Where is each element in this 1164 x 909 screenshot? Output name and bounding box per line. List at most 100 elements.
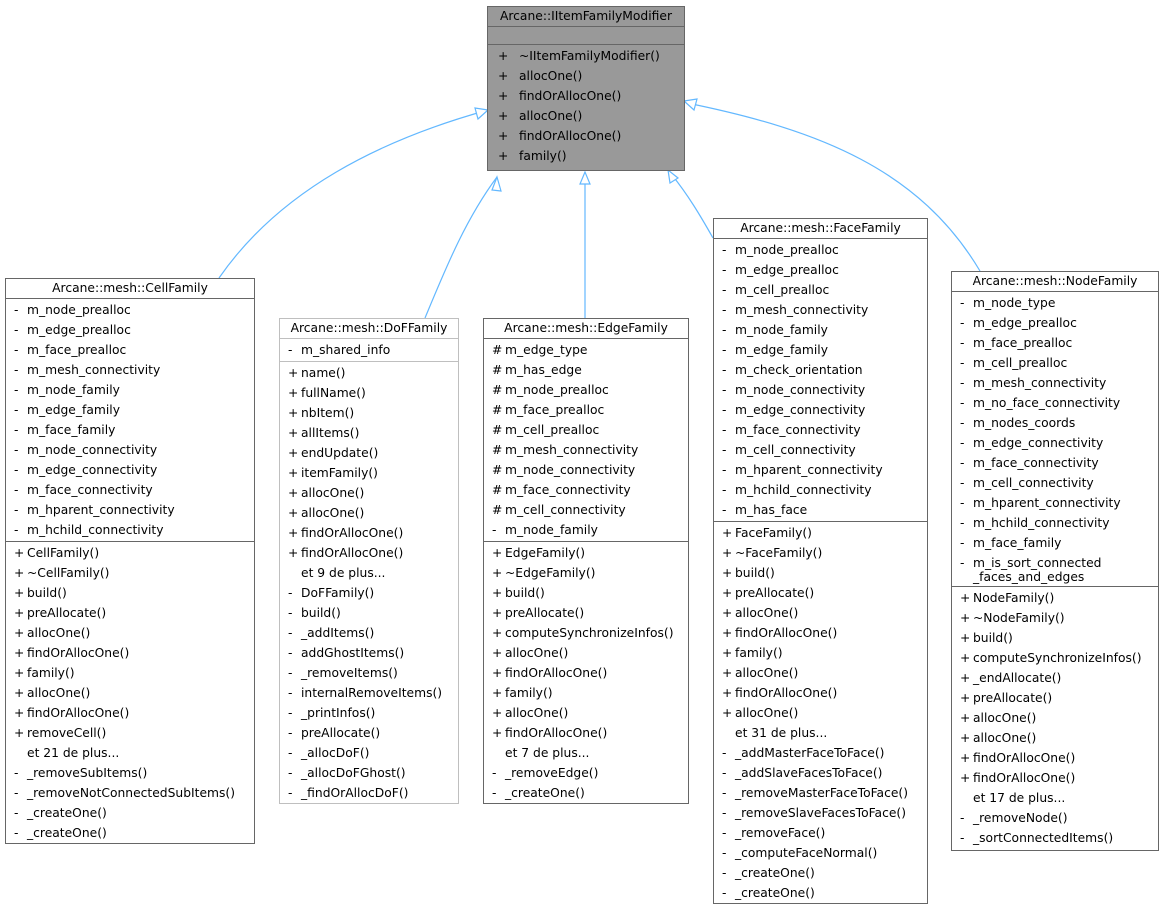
method-row[interactable]: - _createOne() xyxy=(714,863,927,883)
method-row[interactable]: + computeSynchronizeInfos() xyxy=(484,623,688,643)
method-row[interactable]: + EdgeFamily() xyxy=(484,543,688,563)
attribute-row[interactable]: # m_node_connectivity xyxy=(484,460,688,480)
method-row[interactable]: - internalRemoveItems() xyxy=(280,683,458,703)
method-row[interactable]: + removeCell() xyxy=(6,723,254,743)
attribute-row[interactable]: - m_face_connectivity xyxy=(714,420,927,440)
method-row[interactable]: + findOrAllocOne() xyxy=(280,543,458,563)
method-row[interactable]: + name() xyxy=(280,363,458,383)
method-row[interactable]: + findOrAllocOne() xyxy=(714,623,927,643)
method-row[interactable]: + nbItem() xyxy=(280,403,458,423)
class-box-edgefamily[interactable]: Arcane::mesh::EdgeFamily # m_edge_type # m_… xyxy=(483,318,689,804)
class-box-nodefamily[interactable]: Arcane::mesh::NodeFamily - m_node_type - m_… xyxy=(951,271,1159,851)
method-row[interactable]: + endUpdate() xyxy=(280,443,458,463)
method-row[interactable]: - DoFFamily() xyxy=(280,583,458,603)
attribute-row[interactable]: # m_cell_connectivity xyxy=(484,500,688,520)
attribute-row[interactable]: - m_hchild_connectivity xyxy=(952,513,1158,533)
method-row[interactable]: + findOrAllocOne() xyxy=(488,86,684,106)
attribute-row[interactable]: # m_mesh_connectivity xyxy=(484,440,688,460)
method-row[interactable]: + fullName() xyxy=(280,383,458,403)
method-row[interactable]: + allocOne() xyxy=(714,703,927,723)
method-row[interactable]: + allItems() xyxy=(280,423,458,443)
attribute-row[interactable]: # m_face_connectivity xyxy=(484,480,688,500)
method-row[interactable]: + ~IItemFamilyModifier() xyxy=(488,46,684,66)
attribute-row[interactable]: - m_node_connectivity xyxy=(6,440,254,460)
method-row[interactable]: + allocOne() xyxy=(952,708,1158,728)
method-row[interactable]: + allocOne() xyxy=(6,683,254,703)
method-row[interactable]: + NodeFamily() xyxy=(952,588,1158,608)
method-row[interactable]: + allocOne() xyxy=(280,503,458,523)
attribute-row[interactable]: - m_cell_connectivity xyxy=(952,473,1158,493)
attribute-row[interactable]: - m_hchild_connectivity xyxy=(714,480,927,500)
method-row[interactable]: - _findOrAllocDoF() xyxy=(280,783,458,803)
method-row[interactable]: - _printInfos() xyxy=(280,703,458,723)
attribute-row[interactable]: - m_hparent_connectivity xyxy=(714,460,927,480)
method-row[interactable]: - _removeFace() xyxy=(714,823,927,843)
attribute-row[interactable]: - m_face_family xyxy=(6,420,254,440)
class-box-facefamily[interactable]: Arcane::mesh::FaceFamily - m_node_preallo… xyxy=(713,218,928,904)
attribute-row[interactable]: - m_is_sort_connected _faces_and_edges xyxy=(952,553,1158,585)
attribute-row[interactable]: # m_has_edge xyxy=(484,360,688,380)
attribute-row[interactable]: - m_hparent_connectivity xyxy=(6,500,254,520)
method-row[interactable]: + itemFamily() xyxy=(280,463,458,483)
attribute-row[interactable]: - m_node_family xyxy=(484,520,688,540)
more-members-link[interactable]: et 9 de plus... xyxy=(280,563,458,583)
method-row[interactable]: + allocOne() xyxy=(714,603,927,623)
method-row[interactable]: + build() xyxy=(484,583,688,603)
class-box-cellfamily[interactable]: Arcane::mesh::CellFamily - m_node_preallo… xyxy=(5,278,255,844)
method-row[interactable]: + family() xyxy=(6,663,254,683)
method-row[interactable]: + findOrAllocOne() xyxy=(488,126,684,146)
class-box-iitemfamilymodifier[interactable]: Arcane::IItemFamilyModifier + ~IItemFamil… xyxy=(487,6,685,171)
method-row[interactable]: - _sortConnectedItems() xyxy=(952,828,1158,848)
method-row[interactable]: + family() xyxy=(484,683,688,703)
method-row[interactable]: + findOrAllocOne() xyxy=(714,683,927,703)
method-row[interactable]: - _createOne() xyxy=(6,803,254,823)
attribute-row[interactable]: - m_mesh_connectivity xyxy=(952,373,1158,393)
method-row[interactable]: + FaceFamily() xyxy=(714,523,927,543)
attribute-row[interactable]: - m_node_prealloc xyxy=(714,240,927,260)
attribute-row[interactable]: - m_no_face_connectivity xyxy=(952,393,1158,413)
attribute-row[interactable]: - m_edge_connectivity xyxy=(952,433,1158,453)
method-row[interactable]: + allocOne() xyxy=(488,66,684,86)
attribute-row[interactable]: - m_edge_connectivity xyxy=(714,400,927,420)
method-row[interactable]: + family() xyxy=(488,146,684,166)
method-row[interactable]: + preAllocate() xyxy=(714,583,927,603)
method-row[interactable]: + allocOne() xyxy=(952,728,1158,748)
method-row[interactable]: + allocOne() xyxy=(6,623,254,643)
method-row[interactable]: - _removeNode() xyxy=(952,808,1158,828)
method-row[interactable]: + findOrAllocOne() xyxy=(6,703,254,723)
method-row[interactable]: + computeSynchronizeInfos() xyxy=(952,648,1158,668)
attribute-row[interactable]: - m_face_prealloc xyxy=(6,340,254,360)
attribute-row[interactable]: - m_cell_prealloc xyxy=(714,280,927,300)
method-row[interactable]: + ~EdgeFamily() xyxy=(484,563,688,583)
method-row[interactable]: + build() xyxy=(6,583,254,603)
method-row[interactable]: + preAllocate() xyxy=(484,603,688,623)
attribute-row[interactable]: - m_mesh_connectivity xyxy=(714,300,927,320)
more-members-link[interactable]: et 7 de plus... xyxy=(484,743,688,763)
attribute-row[interactable]: - m_edge_family xyxy=(714,340,927,360)
attribute-row[interactable]: - m_node_family xyxy=(714,320,927,340)
method-row[interactable]: - _removeEdge() xyxy=(484,763,688,783)
method-row[interactable]: - _computeFaceNormal() xyxy=(714,843,927,863)
attribute-row[interactable]: # m_edge_type xyxy=(484,340,688,360)
method-row[interactable]: + findOrAllocOne() xyxy=(6,643,254,663)
method-row[interactable]: - _createOne() xyxy=(714,883,927,903)
attribute-row[interactable]: - m_face_connectivity xyxy=(6,480,254,500)
method-row[interactable]: - build() xyxy=(280,603,458,623)
method-row[interactable]: + build() xyxy=(952,628,1158,648)
method-row[interactable]: - _allocDoF() xyxy=(280,743,458,763)
attribute-row[interactable]: - m_node_type xyxy=(952,293,1158,313)
more-members-link[interactable]: et 31 de plus... xyxy=(714,723,927,743)
attribute-row[interactable]: - m_mesh_connectivity xyxy=(6,360,254,380)
method-row[interactable]: + findOrAllocOne() xyxy=(484,663,688,683)
attribute-row[interactable]: - m_face_connectivity xyxy=(952,453,1158,473)
method-row[interactable]: + ~CellFamily() xyxy=(6,563,254,583)
attribute-row[interactable]: - m_node_prealloc xyxy=(6,300,254,320)
method-row[interactable]: + allocOne() xyxy=(488,106,684,126)
method-row[interactable]: + preAllocate() xyxy=(6,603,254,623)
method-row[interactable]: + ~FaceFamily() xyxy=(714,543,927,563)
method-row[interactable]: - _createOne() xyxy=(6,823,254,843)
method-row[interactable]: - _createOne() xyxy=(484,783,688,803)
method-row[interactable]: - _addSlaveFacesToFace() xyxy=(714,763,927,783)
method-row[interactable]: + family() xyxy=(714,643,927,663)
method-row[interactable]: - addGhostItems() xyxy=(280,643,458,663)
